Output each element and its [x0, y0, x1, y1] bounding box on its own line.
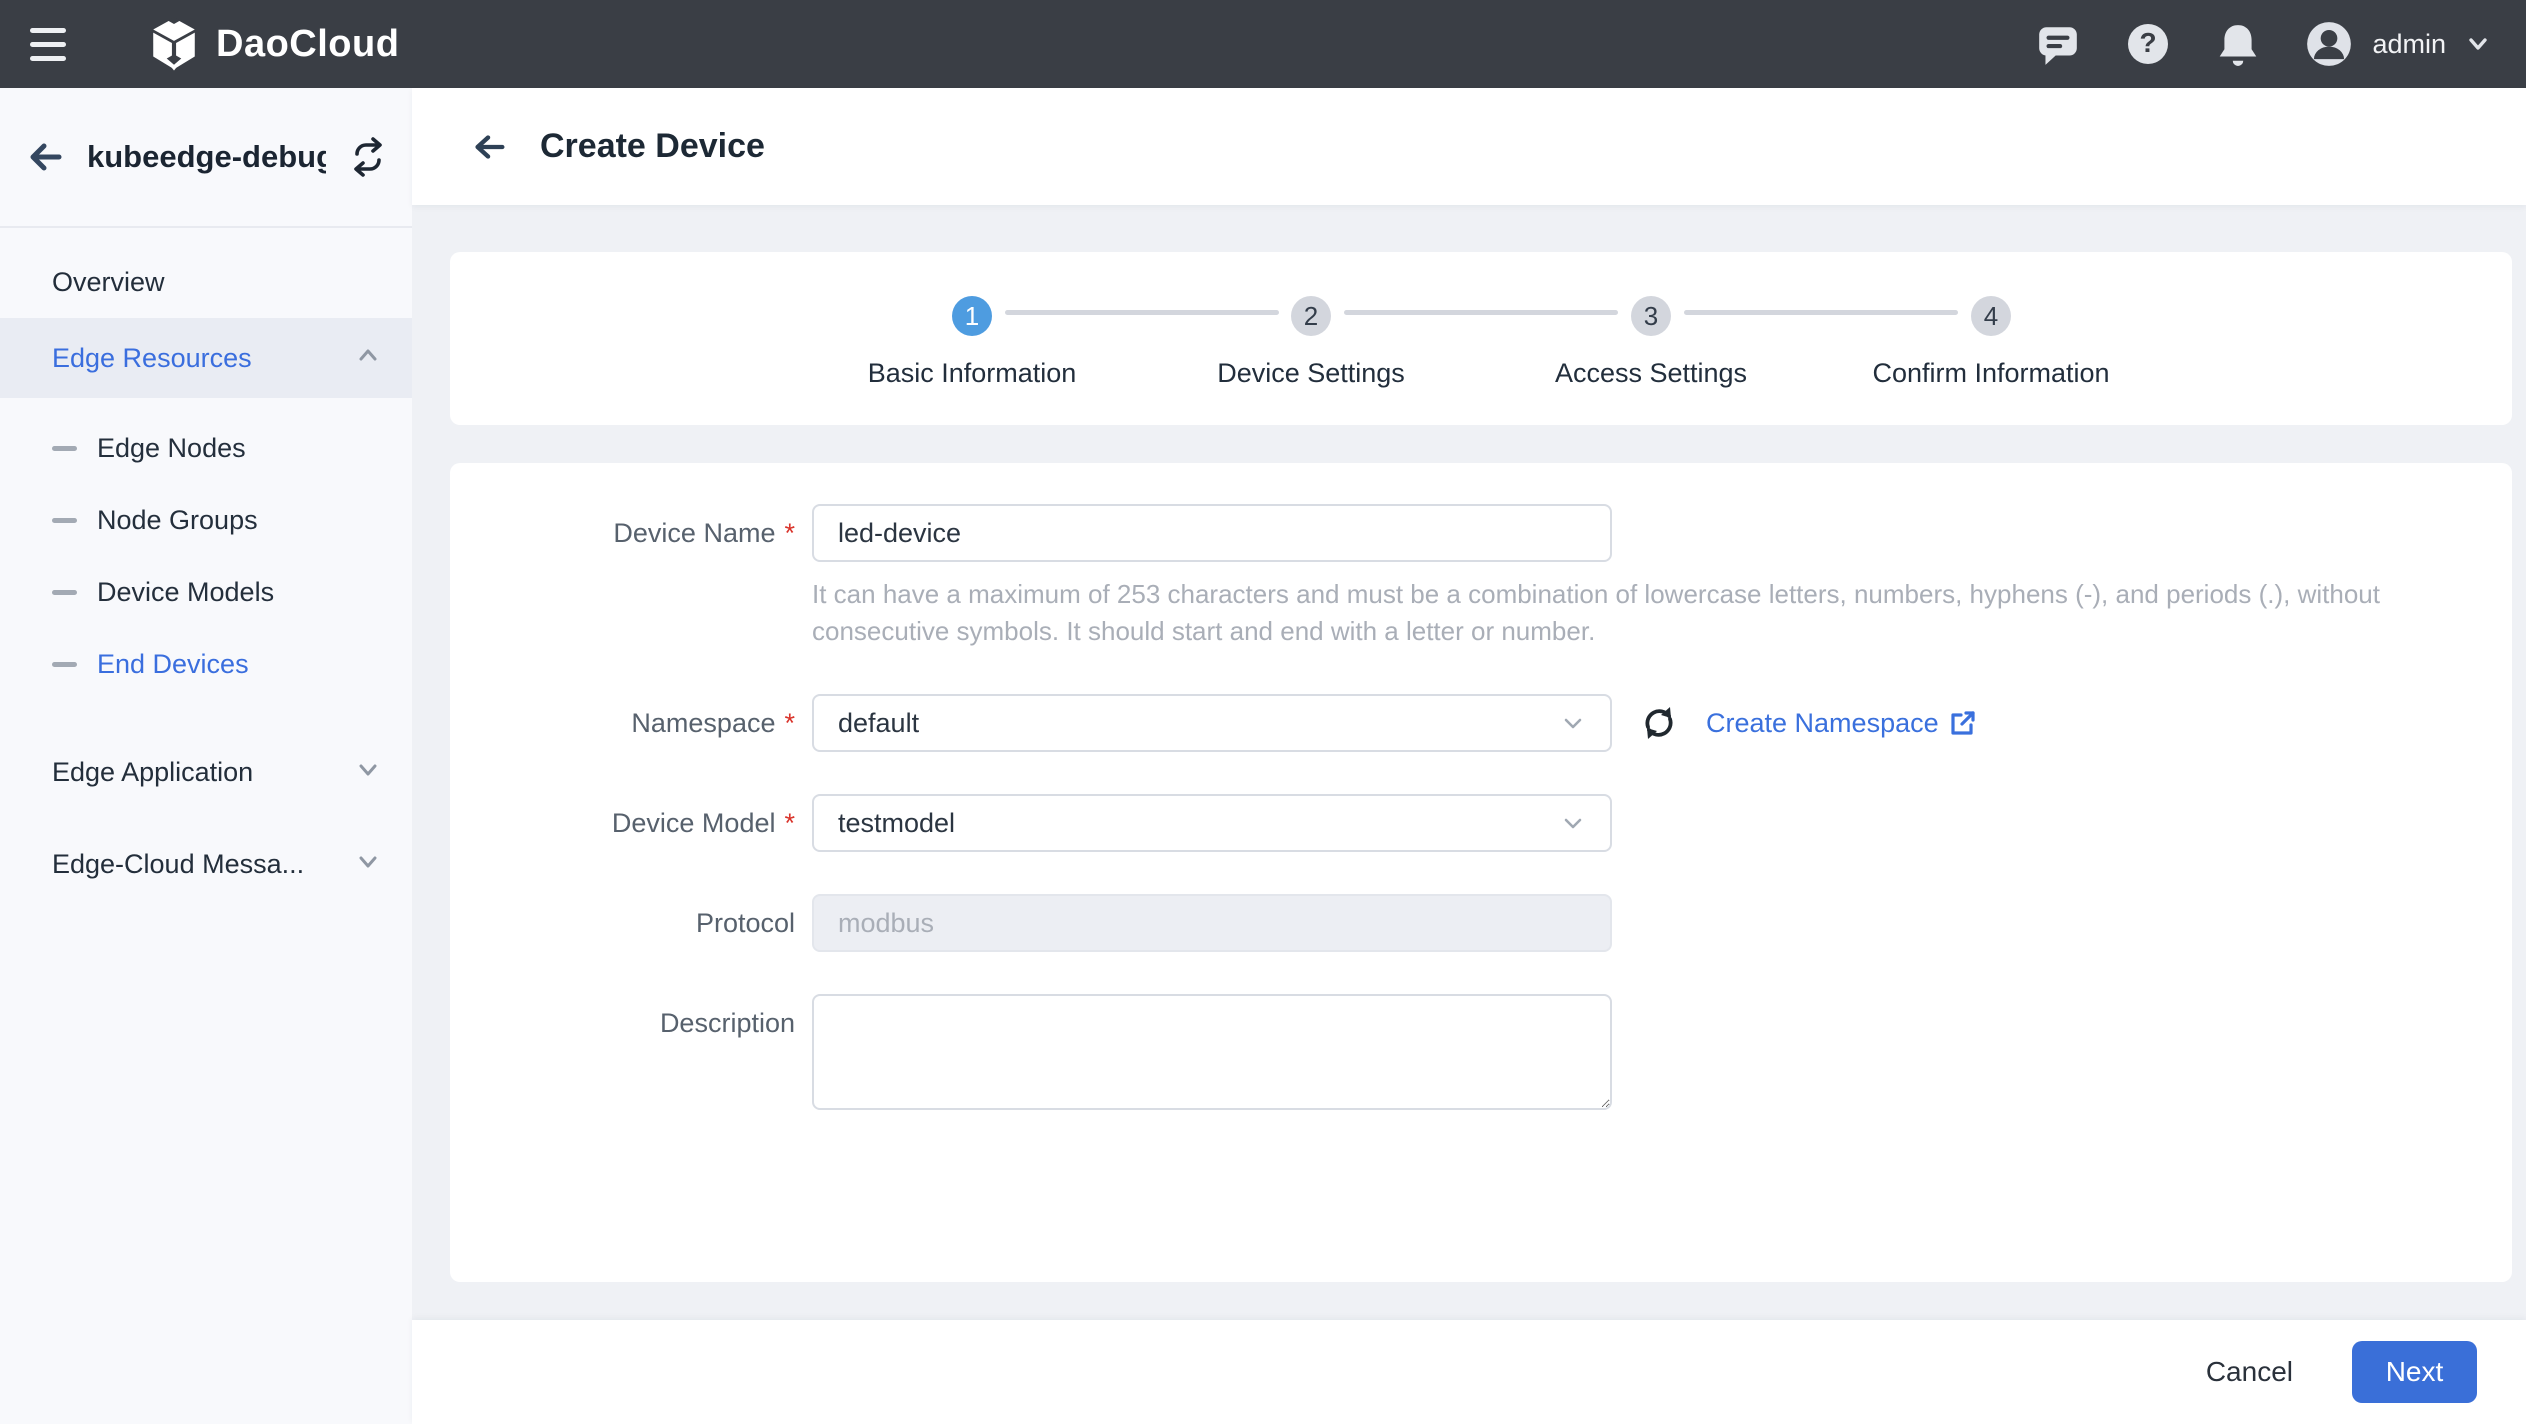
namespace-value: default	[838, 708, 1560, 739]
step-number: 3	[1631, 296, 1671, 336]
description-textarea[interactable]	[812, 994, 1612, 1110]
user-menu[interactable]: admin	[2304, 19, 2492, 69]
main-area: Create Device 1 Basic Information 2 Devi…	[412, 88, 2526, 1424]
sidebar-item-label: Device Models	[97, 577, 274, 608]
namespace-row: Namespace* default	[450, 694, 2512, 752]
dash-icon	[52, 662, 77, 667]
project-name: kubeedge-debug	[87, 139, 326, 175]
sidebar-item-edge-cloud-message[interactable]: Edge-Cloud Messa...	[0, 828, 412, 900]
protocol-row: Protocol	[450, 894, 2512, 952]
step-number: 4	[1971, 296, 2011, 336]
device-model-value: testmodel	[838, 808, 1560, 839]
step-number: 2	[1291, 296, 1331, 336]
dash-icon	[52, 518, 77, 523]
chevron-down-icon	[1560, 810, 1586, 836]
step-label: Confirm Information	[1872, 358, 2109, 389]
bell-icon[interactable]	[2214, 20, 2262, 68]
sidebar-item-edge-nodes[interactable]: Edge Nodes	[0, 412, 412, 484]
sidebar: kubeedge-debug Overview Edge Resources	[0, 88, 412, 1424]
sidebar-item-label: Edge Resources	[52, 343, 252, 374]
sidebar-item-label: End Devices	[97, 649, 249, 680]
chevron-down-icon	[354, 755, 382, 790]
step-basic-information: 1 Basic Information	[802, 252, 1142, 389]
sidebar-item-end-devices[interactable]: End Devices	[0, 628, 412, 700]
device-model-row: Device Model* testmodel	[450, 794, 2512, 852]
required-asterisk: *	[784, 808, 795, 839]
topbar: DaoCloud ?	[0, 0, 2526, 88]
sidebar-nav: Overview Edge Resources Edge Nodes Node …	[0, 228, 412, 900]
brand-name: DaoCloud	[216, 23, 399, 66]
description-row: Description	[450, 994, 2512, 1110]
brand[interactable]: DaoCloud	[148, 17, 399, 71]
avatar-icon	[2304, 19, 2354, 69]
step-label: Basic Information	[868, 358, 1077, 389]
step-access-settings: 3 Access Settings	[1481, 252, 1821, 389]
content: 1 Basic Information 2 Device Settings 3 …	[412, 205, 2526, 1320]
sidebar-item-label: Overview	[52, 267, 165, 298]
sidebar-item-label: Edge-Cloud Messa...	[52, 849, 304, 880]
sidebar-item-label: Node Groups	[97, 505, 258, 536]
namespace-label: Namespace*	[450, 708, 812, 739]
back-arrow-icon[interactable]	[470, 128, 508, 166]
switch-project-icon[interactable]	[348, 137, 388, 177]
dash-icon	[52, 590, 77, 595]
step-device-settings: 2 Device Settings	[1141, 252, 1481, 389]
step-label: Access Settings	[1555, 358, 1747, 389]
chevron-up-icon	[354, 341, 382, 376]
namespace-select[interactable]: default	[812, 694, 1612, 752]
cancel-button[interactable]: Cancel	[2196, 1342, 2303, 1402]
protocol-label: Protocol	[450, 908, 812, 939]
device-model-select[interactable]: testmodel	[812, 794, 1612, 852]
stepper: 1 Basic Information 2 Device Settings 3 …	[450, 252, 2512, 425]
chevron-down-icon	[2464, 30, 2492, 58]
device-name-row: Device Name*	[450, 504, 2512, 562]
sidebar-item-overview[interactable]: Overview	[0, 246, 412, 318]
create-namespace-link[interactable]: Create Namespace	[1706, 708, 1977, 739]
wizard-footer: Cancel Next	[412, 1320, 2526, 1424]
help-icon[interactable]: ?	[2124, 20, 2172, 68]
sidebar-item-label: Edge Application	[52, 757, 253, 788]
required-asterisk: *	[784, 518, 795, 549]
device-name-label: Device Name*	[450, 518, 812, 549]
step-confirm-information: 4 Confirm Information	[1821, 252, 2161, 389]
description-label: Description	[450, 994, 812, 1039]
back-arrow-icon[interactable]	[25, 137, 65, 177]
refresh-icon[interactable]	[1638, 702, 1680, 744]
chevron-down-icon	[354, 847, 382, 882]
basic-information-form: Device Name* It can have a maximum of 25…	[450, 463, 2512, 1282]
next-button[interactable]: Next	[2352, 1341, 2477, 1403]
step-label: Device Settings	[1217, 358, 1405, 389]
external-link-icon	[1949, 709, 1977, 737]
device-name-help: It can have a maximum of 253 characters …	[812, 576, 2412, 650]
page-header: Create Device	[412, 88, 2526, 205]
step-number: 1	[952, 296, 992, 336]
chevron-down-icon	[1560, 710, 1586, 736]
hamburger-menu-icon[interactable]	[30, 21, 76, 67]
sidebar-item-label: Edge Nodes	[97, 433, 246, 464]
daocloud-logo-icon	[148, 17, 200, 71]
page-title: Create Device	[540, 127, 765, 166]
required-asterisk: *	[784, 708, 795, 739]
sidebar-item-device-models[interactable]: Device Models	[0, 556, 412, 628]
sidebar-item-edge-application[interactable]: Edge Application	[0, 736, 412, 808]
device-model-label: Device Model*	[450, 808, 812, 839]
sidebar-item-edge-resources[interactable]: Edge Resources	[0, 318, 412, 398]
create-namespace-label: Create Namespace	[1706, 708, 1939, 739]
svg-text:?: ?	[2140, 27, 2157, 58]
user-name: admin	[2372, 29, 2446, 60]
device-name-input[interactable]	[812, 504, 1612, 562]
sidebar-header: kubeedge-debug	[0, 88, 412, 228]
dash-icon	[52, 446, 77, 451]
sidebar-item-node-groups[interactable]: Node Groups	[0, 484, 412, 556]
chat-icon[interactable]	[2034, 20, 2082, 68]
protocol-input	[812, 894, 1612, 952]
